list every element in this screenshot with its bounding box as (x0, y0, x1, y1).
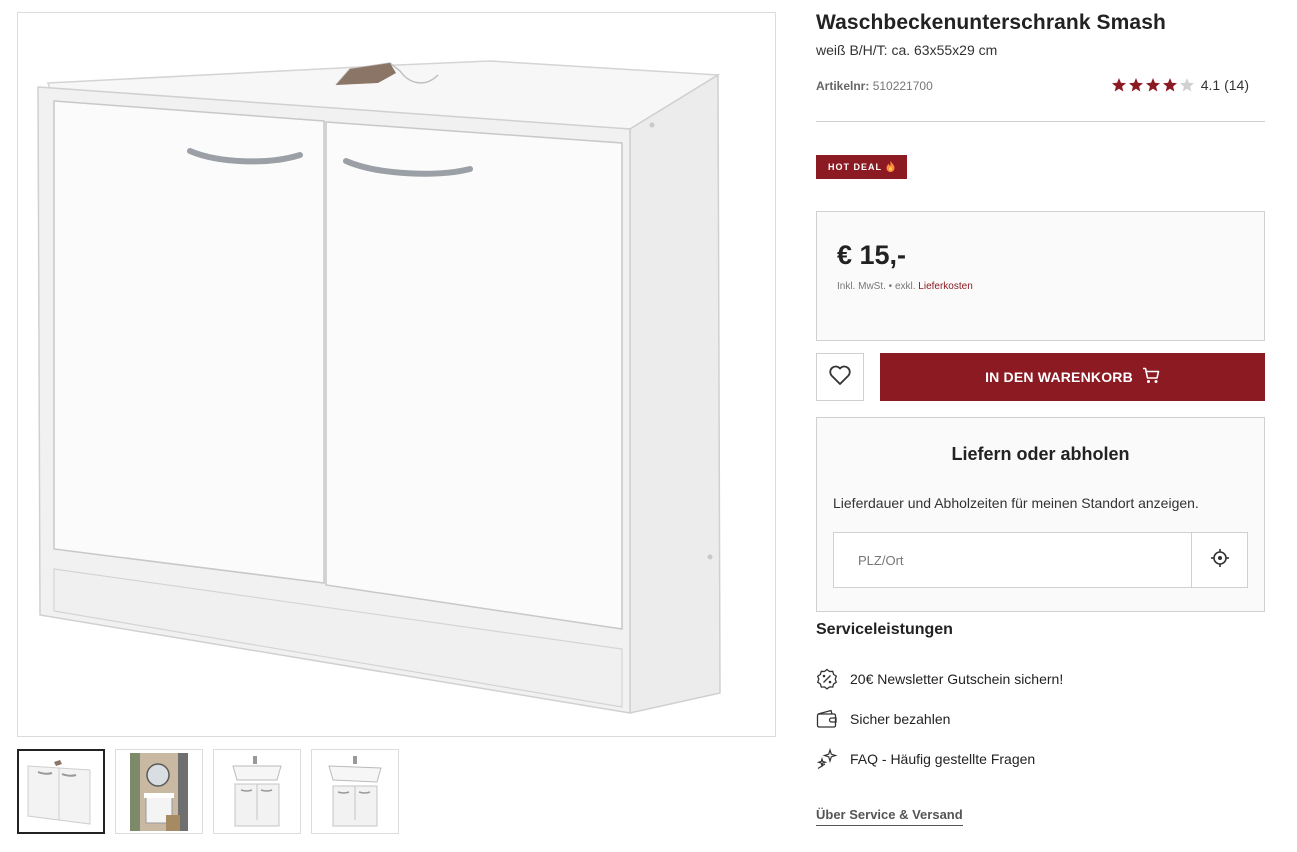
service-shipping-link[interactable]: Über Service & Versand (816, 807, 963, 826)
cabinet-with-sink-side-thumbnail (328, 755, 382, 826)
product-subtitle: weiß B/H/T: ca. 63x55x29 cm (816, 42, 998, 58)
article-number: Artikelnr: 510221700 (816, 79, 933, 93)
crosshair-icon (1210, 548, 1230, 573)
star-filled-icon (1128, 78, 1143, 92)
article-number-label: Artikelnr: (816, 79, 870, 93)
star-filled-icon (1162, 78, 1177, 92)
price-box: € 15,- Inkl. MwSt. • exkl. Lieferkosten (816, 211, 1265, 341)
cabinet-thumbnail (27, 759, 91, 825)
sparkle-icon (816, 748, 838, 770)
services-title: Serviceleistungen (816, 621, 953, 638)
thumbnail-2[interactable] (115, 749, 203, 834)
hot-deal-badge: HOT DEAL (816, 155, 907, 179)
delivery-box: Liefern oder abholen Lieferdauer und Abh… (816, 417, 1265, 612)
service-label: Sicher bezahlen (850, 711, 951, 727)
service-item-newsletter[interactable]: 20€ Newsletter Gutschein sichern! (816, 668, 1063, 690)
wallet-icon (816, 708, 838, 730)
locate-button[interactable] (1191, 533, 1247, 587)
add-to-cart-label: IN DEN WARENKORB (985, 369, 1133, 385)
service-item-payment[interactable]: Sicher bezahlen (816, 708, 950, 730)
service-item-faq[interactable]: FAQ - Häufig gestellte Fragen (816, 748, 1035, 770)
star-empty-icon (1179, 78, 1194, 92)
tax-note: Inkl. MwSt. • exkl. (837, 281, 916, 292)
delivery-description: Lieferdauer und Abholzeiten für meinen S… (833, 495, 1199, 511)
bathroom-scene-thumbnail (130, 752, 188, 831)
thumbnail-4[interactable] (311, 749, 399, 834)
cabinet-illustration (37, 60, 721, 714)
article-number-value: 510221700 (872, 79, 933, 93)
heart-icon (828, 364, 852, 391)
postcode-input[interactable] (834, 533, 1191, 587)
product-rating[interactable]: 4.1 (14) (1111, 77, 1249, 93)
star-filled-icon (1145, 78, 1160, 92)
divider (816, 121, 1265, 122)
thumbnail-3[interactable] (213, 749, 301, 834)
star-rating (1111, 77, 1195, 93)
price-note: Inkl. MwSt. • exkl. Lieferkosten (837, 281, 973, 292)
percent-badge-icon (816, 668, 838, 690)
star-filled-icon (1111, 78, 1126, 92)
hot-deal-label: HOT DEAL (828, 162, 882, 172)
delivery-title: Liefern oder abholen (951, 444, 1130, 464)
thumbnail-strip (17, 749, 399, 834)
add-to-cart-button[interactable]: IN DEN WARENKORB (880, 353, 1265, 401)
shipping-cost-link[interactable]: Lieferkosten (918, 281, 972, 292)
service-label: 20€ Newsletter Gutschein sichern! (850, 671, 1064, 687)
thumbnail-1[interactable] (17, 749, 105, 834)
wishlist-button[interactable] (816, 353, 864, 401)
price-amount: € 15,- (837, 240, 907, 270)
flame-icon (886, 160, 895, 174)
product-title: Waschbeckenunterschrank Smash (816, 11, 1166, 34)
cart-icon (1142, 367, 1160, 387)
cabinet-with-sink-thumbnail (232, 755, 282, 826)
service-label: FAQ - Häufig gestellte Fragen (850, 751, 1036, 767)
rating-text: 4.1 (14) (1200, 77, 1249, 93)
main-product-image[interactable] (17, 12, 776, 737)
postcode-field (833, 532, 1248, 588)
